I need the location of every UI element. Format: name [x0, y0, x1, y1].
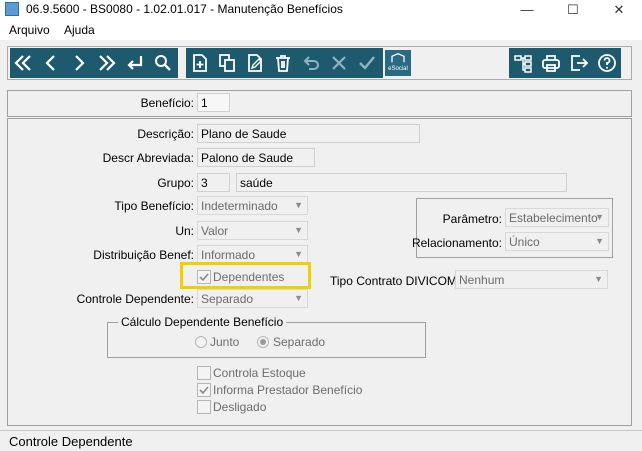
chevron-down-icon: ▼ — [294, 200, 303, 210]
controla-estoque-checkbox[interactable] — [197, 366, 211, 383]
chevron-down-icon: ▼ — [294, 225, 303, 235]
dependentes-label: Dependentes — [213, 270, 285, 284]
tipo-beneficio-label: Tipo Benefício: — [114, 199, 194, 213]
menu-ajuda[interactable]: Ajuda — [64, 23, 95, 37]
beneficio-input[interactable]: 1 — [197, 93, 230, 112]
chevron-down-icon: ▼ — [594, 274, 603, 284]
chevron-down-icon: ▼ — [294, 249, 303, 259]
controle-dependente-value: Separado — [201, 292, 254, 306]
informa-prestador-checkbox[interactable] — [197, 383, 211, 400]
tipo-contrato-label: Tipo Contrato DIVICOM: — [330, 274, 461, 288]
cancel-button[interactable] — [326, 50, 352, 76]
un-label: Un: — [175, 224, 194, 238]
edit-record-button[interactable] — [242, 50, 268, 76]
printer-icon — [542, 55, 560, 72]
print-button[interactable] — [538, 50, 564, 76]
go-to-button[interactable] — [122, 50, 148, 76]
descr-abreviada-label: Descr Abreviada: — [102, 151, 194, 165]
un-select[interactable]: Valor ▼ — [197, 221, 308, 240]
radio-junto-label: Junto — [210, 335, 240, 349]
new-document-icon — [193, 54, 207, 72]
controle-dependente-label: Controle Dependente: — [76, 292, 194, 306]
tree-structure-icon — [514, 55, 532, 73]
chevron-down-icon: ▼ — [294, 293, 303, 303]
menu-bar — [0, 20, 642, 40]
dependentes-checkbox[interactable] — [197, 270, 211, 287]
menu-arquivo[interactable]: Arquivo — [9, 23, 50, 37]
trash-icon — [276, 55, 290, 72]
relacionamento-label: Relacionamento: — [411, 236, 502, 250]
help-icon — [598, 54, 616, 72]
esocial-button[interactable]: eSocial — [385, 50, 411, 76]
copy-icon — [219, 54, 235, 72]
chevron-down-icon: ▼ — [595, 236, 604, 246]
return-arrow-icon — [127, 56, 143, 70]
radio-separado-label: Separado — [273, 335, 326, 349]
minimize-button[interactable]: — — [504, 0, 550, 20]
window-title: 06.9.5600 - BS0080 - 1.02.01.017 - Manut… — [26, 2, 343, 16]
last-record-button[interactable] — [94, 50, 120, 76]
checkmark-icon — [359, 56, 375, 70]
un-value: Valor — [201, 224, 229, 238]
parametro-label: Parâmetro: — [442, 212, 502, 226]
previous-record-button[interactable] — [38, 50, 64, 76]
copy-record-button[interactable] — [214, 50, 240, 76]
tipo-contrato-select[interactable]: Nenhum ▼ — [455, 270, 608, 289]
radio-junto[interactable] — [195, 336, 207, 348]
controla-estoque-label: Controla Estoque — [213, 366, 306, 380]
informa-prestador-label: Informa Prestador Benefício — [213, 383, 363, 397]
distribuicao-value: Informado — [201, 248, 256, 262]
exit-button[interactable] — [566, 50, 592, 76]
chevron-left-icon — [45, 55, 55, 71]
next-record-button[interactable] — [66, 50, 92, 76]
undo-icon — [303, 56, 319, 70]
grupo-code-input[interactable]: 3 — [197, 173, 230, 192]
checkbox-empty-icon — [197, 400, 211, 414]
structure-button[interactable] — [510, 50, 536, 76]
parametro-select[interactable]: Estabelecimento ▼ — [505, 208, 609, 227]
new-record-button[interactable] — [187, 50, 213, 76]
undo-button[interactable] — [298, 50, 324, 76]
parametro-value: Estabelecimento — [509, 211, 598, 225]
status-text: Controle Dependente — [9, 434, 133, 449]
descricao-input[interactable]: Plano de Saude — [197, 124, 420, 143]
app-icon — [5, 2, 19, 16]
checkbox-checked-icon — [197, 270, 211, 284]
tipo-contrato-value: Nenhum — [459, 273, 505, 287]
desligado-label: Desligado — [213, 400, 267, 414]
checkbox-empty-icon — [197, 366, 211, 380]
chevron-down-icon: ▼ — [595, 212, 604, 222]
close-button[interactable]: ✕ — [596, 0, 642, 20]
descricao-label: Descrição: — [137, 127, 194, 141]
search-icon — [155, 55, 171, 71]
distribuicao-label: Distribuição Benef: — [93, 248, 194, 262]
relacionamento-select[interactable]: Único ▼ — [505, 232, 609, 251]
edit-icon — [248, 54, 262, 72]
esocial-icon — [391, 53, 405, 63]
delete-record-button[interactable] — [270, 50, 296, 76]
chevron-right-icon — [75, 55, 85, 71]
double-chevron-right-icon — [99, 55, 116, 71]
radio-separado[interactable] — [257, 336, 269, 348]
tipo-beneficio-value: Indeterminado — [201, 199, 278, 213]
double-chevron-left-icon — [14, 55, 31, 71]
exit-icon — [571, 55, 589, 71]
beneficio-label: Benefício: — [140, 96, 194, 110]
maximize-button[interactable]: ☐ — [550, 0, 596, 20]
grupo-name-display: saúde — [236, 173, 567, 192]
grupo-label: Grupo: — [157, 176, 194, 190]
help-button[interactable] — [594, 50, 620, 76]
controle-dependente-select[interactable]: Separado ▼ — [197, 289, 308, 308]
close-icon — [332, 56, 346, 70]
esocial-label: eSocial — [388, 66, 408, 72]
calculo-group-label: Cálculo Dependente Benefício — [118, 315, 287, 329]
first-record-button[interactable] — [10, 50, 36, 76]
descr-abreviada-input[interactable]: Palono de Saude — [197, 148, 315, 167]
confirm-button[interactable] — [354, 50, 380, 76]
tipo-beneficio-select[interactable]: Indeterminado ▼ — [197, 196, 308, 215]
search-button[interactable] — [150, 50, 176, 76]
checkbox-checked-icon — [197, 383, 211, 397]
relacionamento-value: Único — [509, 235, 540, 249]
desligado-checkbox[interactable] — [197, 400, 211, 417]
